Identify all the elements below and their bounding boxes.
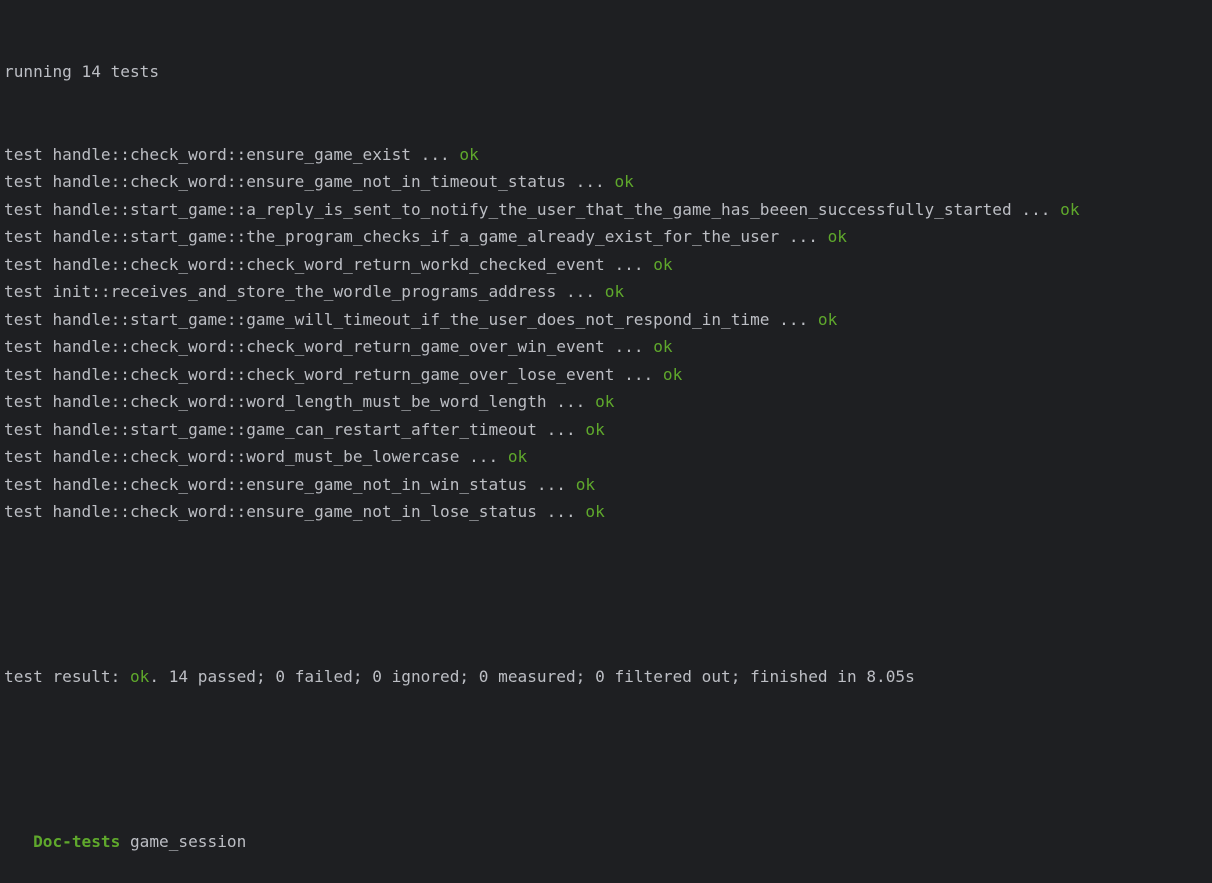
test-name: handle::check_word::word_must_be_lowerca… [52, 447, 460, 466]
test-prefix: test [4, 447, 53, 466]
doc-tests-label: Doc-tests [33, 832, 121, 851]
test-name: handle::start_game::the_program_checks_i… [52, 227, 780, 246]
test-line: test init::receives_and_store_the_wordle… [4, 278, 1212, 306]
test-line: test handle::check_word::ensure_game_not… [4, 168, 1212, 196]
test-dots: ... [536, 419, 586, 439]
test-name: handle::check_word::ensure_game_exist [52, 144, 411, 164]
test-prefix: test [4, 364, 53, 384]
test-name: handle::check_word::ensure_game_not_in_w… [52, 474, 528, 494]
test-dots: ... [556, 282, 605, 301]
test-status-ok: ok [507, 447, 528, 466]
test-status-ok: ok [817, 309, 838, 329]
test-line: test handle::check_word::check_word_retu… [4, 361, 1212, 389]
test-prefix: test [4, 309, 53, 329]
test-line: test handle::check_word::ensure_game_not… [4, 498, 1212, 526]
test-dots: ... [604, 337, 654, 356]
test-status-ok: ok [595, 392, 615, 411]
test-dots: ... [769, 309, 818, 329]
test-status-ok: ok [653, 254, 673, 274]
result-prefix: test result: [4, 667, 130, 686]
test-dots: ... [527, 474, 576, 494]
test-status-ok: ok [459, 144, 479, 164]
test-name: handle::check_word::ensure_game_not_in_t… [52, 172, 566, 191]
test-prefix: test [4, 419, 53, 439]
test-status-ok: ok [604, 282, 625, 301]
test-prefix: test [4, 144, 53, 164]
test-prefix: test [4, 227, 53, 246]
doc-tests-indent [4, 832, 33, 851]
doc-tests-name: game_session [120, 832, 247, 851]
test-line: test handle::start_game::the_program_che… [4, 223, 1212, 251]
test-prefix: test [4, 199, 53, 219]
test-list: test handle::check_word::ensure_game_exi… [4, 141, 1212, 526]
test-name: handle::check_word::word_length_must_be_… [52, 392, 547, 411]
test-name: handle::start_game::a_reply_is_sent_to_n… [52, 199, 1012, 219]
test-line: test handle::check_word::check_word_retu… [4, 333, 1212, 361]
test-status-ok: ok [614, 172, 634, 191]
test-line: test handle::check_word::ensure_game_exi… [4, 141, 1212, 169]
test-dots: ... [410, 144, 460, 164]
test-name: handle::start_game::game_can_restart_aft… [52, 419, 537, 439]
test-status-ok: ok [1060, 199, 1080, 219]
test-status-ok: ok [585, 419, 605, 439]
test-name: handle::check_word::check_word_return_ga… [52, 337, 605, 356]
result-summary: . 14 passed; 0 failed; 0 ignored; 0 meas… [149, 667, 915, 686]
test-line: test handle::start_game::game_can_restar… [4, 416, 1212, 444]
test-dots: ... [779, 227, 828, 246]
test-dots: ... [536, 502, 586, 521]
test-dots: ... [565, 172, 615, 191]
test-prefix: test [4, 337, 53, 356]
test-line: test handle::check_word::ensure_game_not… [4, 471, 1212, 499]
doc-tests-line: Doc-tests game_session [4, 828, 1212, 856]
test-dots: ... [614, 364, 663, 384]
test-dots: ... [604, 254, 654, 274]
test-prefix: test [4, 254, 53, 274]
test-line: test handle::check_word::word_length_mus… [4, 388, 1212, 416]
test-result-line: test result: ok. 14 passed; 0 failed; 0 … [4, 663, 1212, 691]
test-name: handle::check_word::check_word_return_ga… [52, 364, 615, 384]
test-prefix: test [4, 172, 53, 191]
test-prefix: test [4, 392, 53, 411]
test-dots: ... [1011, 199, 1061, 219]
test-line: test handle::check_word::check_word_retu… [4, 251, 1212, 279]
test-dots: ... [459, 447, 508, 466]
test-prefix: test [4, 474, 53, 494]
test-name: init::receives_and_store_the_wordle_prog… [52, 282, 557, 301]
test-dots: ... [546, 392, 596, 411]
test-line: test handle::start_game::a_reply_is_sent… [4, 196, 1212, 224]
test-name: handle::check_word::ensure_game_not_in_l… [52, 502, 537, 521]
test-status-ok: ok [585, 502, 605, 521]
running-line: running 14 tests [4, 62, 160, 81]
test-line: test handle::start_game::game_will_timeo… [4, 306, 1212, 334]
test-line: test handle::check_word::word_must_be_lo… [4, 443, 1212, 471]
test-name: handle::start_game::game_will_timeout_if… [52, 309, 770, 329]
test-prefix: test [4, 502, 53, 521]
test-status-ok: ok [827, 227, 847, 246]
test-prefix: test [4, 282, 53, 301]
result-ok: ok [129, 667, 150, 686]
test-status-ok: ok [575, 474, 596, 494]
terminal-output: running 14 tests test handle::check_word… [4, 3, 1212, 851]
test-name: handle::check_word::check_word_return_wo… [52, 254, 605, 274]
test-status-ok: ok [653, 337, 673, 356]
test-status-ok: ok [662, 364, 683, 384]
